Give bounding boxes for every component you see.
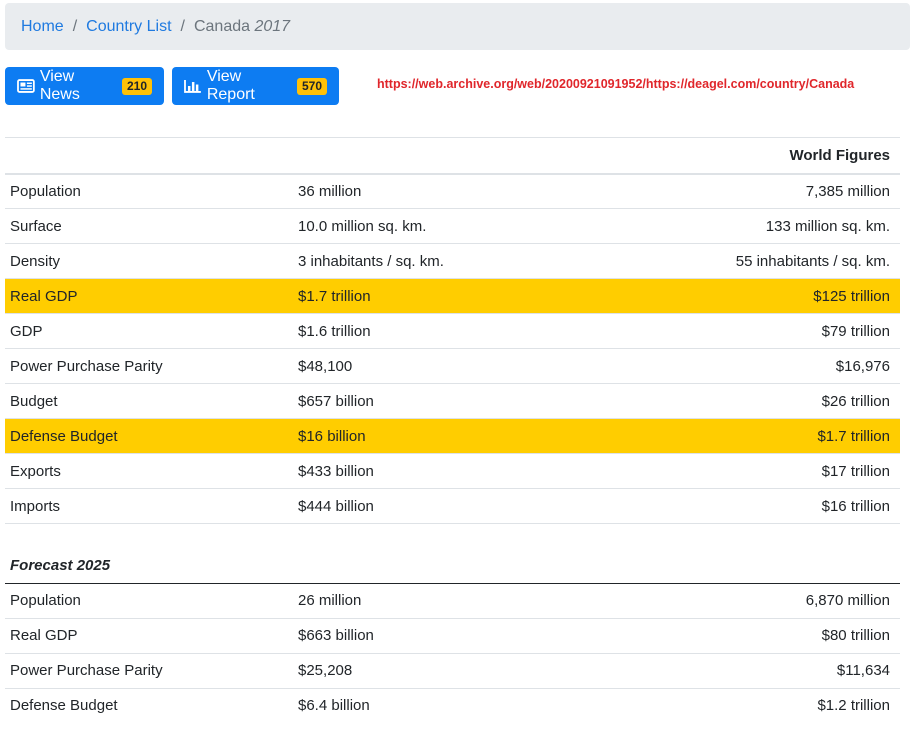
- table-header-row: Forecast 2025: [5, 548, 900, 584]
- country-value: $25,208: [293, 652, 603, 688]
- table-row: Surface 10.0 million sq. km. 133 million s…: [5, 208, 900, 244]
- table-row: Budget $657 billion $26 trillion: [5, 383, 900, 419]
- country-value: 3 inhabitants / sq. km.: [293, 243, 603, 279]
- row-label: Defense Budget: [5, 687, 293, 723]
- row-label: Imports: [5, 488, 293, 524]
- row-label: Defense Budget: [5, 418, 293, 454]
- table-row: Defense Budget $16 billion $1.7 trillion: [5, 418, 900, 454]
- country-value: $16 billion: [293, 418, 603, 454]
- table-row: Imports $444 billion $16 trillion: [5, 488, 900, 524]
- table-row: GDP $1.6 trillion $79 trillion: [5, 313, 900, 349]
- row-label: Density: [5, 243, 293, 279]
- row-label: Real GDP: [5, 617, 293, 653]
- world-value: $125 trillion: [603, 278, 900, 314]
- breadcrumb-country-list-link[interactable]: Country List: [86, 18, 171, 36]
- world-value: $16 trillion: [603, 488, 900, 524]
- world-value: $17 trillion: [603, 453, 900, 489]
- breadcrumb-year: 2017: [254, 17, 291, 35]
- world-value: 133 million sq. km.: [603, 208, 900, 244]
- forecast-table: Forecast 2025 Population 26 million 6,870 …: [5, 548, 900, 723]
- table-row: Power Purchase Parity $25,208 $11,634: [5, 652, 900, 688]
- country-value: $433 billion: [293, 453, 603, 489]
- bar-chart-icon: [184, 80, 201, 93]
- breadcrumb-separator: /: [72, 17, 78, 35]
- breadcrumb: Home / Country List / Canada 2017: [5, 3, 910, 50]
- row-label: Power Purchase Parity: [5, 652, 293, 688]
- table-row: Power Purchase Parity $48,100 $16,976: [5, 348, 900, 384]
- row-label: Population: [5, 173, 293, 209]
- breadcrumb-current: Canada 2017: [194, 18, 290, 36]
- forecast-header: Forecast 2025: [5, 548, 900, 584]
- breadcrumb-separator: /: [180, 17, 185, 35]
- table-header-row: World Figures: [5, 137, 900, 175]
- world-value: $79 trillion: [603, 313, 900, 349]
- table-row: Defense Budget $6.4 billion $1.2 trillion: [5, 687, 900, 723]
- world-value: $80 trillion: [603, 617, 900, 653]
- table-row: Exports $433 billion $17 trillion: [5, 453, 900, 489]
- country-value: $663 billion: [293, 617, 603, 653]
- country-value: $48,100: [293, 348, 603, 384]
- world-value: $26 trillion: [603, 383, 900, 419]
- view-news-label: View News: [39, 68, 80, 103]
- table-row: Real GDP $663 billion $80 trillion: [5, 617, 900, 653]
- country-value: 36 million: [293, 173, 603, 209]
- report-count-badge: 570: [296, 77, 327, 95]
- row-label: Budget: [5, 383, 293, 419]
- world-value: $16,976: [603, 348, 900, 384]
- world-value: $1.7 trillion: [603, 418, 900, 454]
- country-value: 10.0 million sq. km.: [293, 208, 603, 244]
- row-label: Exports: [5, 453, 293, 489]
- view-report-button[interactable]: View Report 570: [172, 67, 339, 105]
- country-value: $444 billion: [293, 488, 603, 524]
- world-value: 6,870 million: [603, 582, 900, 618]
- country-value: $1.6 trillion: [293, 313, 603, 349]
- world-value: $1.2 trillion: [603, 687, 900, 723]
- view-news-button[interactable]: View News 210: [5, 67, 164, 105]
- country-value: 26 million: [293, 582, 603, 618]
- news-count-badge: 210: [121, 77, 152, 95]
- row-label: GDP: [5, 313, 293, 349]
- world-value: $11,634: [603, 652, 900, 688]
- country-value: $1.7 trillion: [293, 278, 603, 314]
- archive-url-link[interactable]: https://web.archive.org/web/202009210919…: [377, 77, 854, 91]
- table-row: Population 36 million 7,385 million: [5, 173, 900, 209]
- row-label: Real GDP: [5, 278, 293, 314]
- country-value: $6.4 billion: [293, 687, 603, 723]
- row-label: Population: [5, 582, 293, 618]
- world-value: 7,385 million: [603, 173, 900, 209]
- breadcrumb-country: Canada: [193, 17, 251, 35]
- world-figures-table: World Figures Population 36 million 7,385 …: [5, 137, 900, 524]
- table-row: Density 3 inhabitants / sq. km. 55 inhabit…: [5, 243, 900, 279]
- row-label: Power Purchase Parity: [5, 348, 293, 384]
- world-figures-header: World Figures: [5, 137, 900, 175]
- row-label: Surface: [5, 208, 293, 244]
- table-row: Population 26 million 6,870 million: [5, 582, 900, 618]
- newspaper-icon: [17, 79, 35, 93]
- world-value: 55 inhabitants / sq. km.: [603, 243, 900, 279]
- breadcrumb-home-link[interactable]: Home: [21, 18, 64, 36]
- country-value: $657 billion: [293, 383, 603, 419]
- view-report-label: View Report: [206, 68, 255, 103]
- table-row: Real GDP $1.7 trillion $125 trillion: [5, 278, 900, 314]
